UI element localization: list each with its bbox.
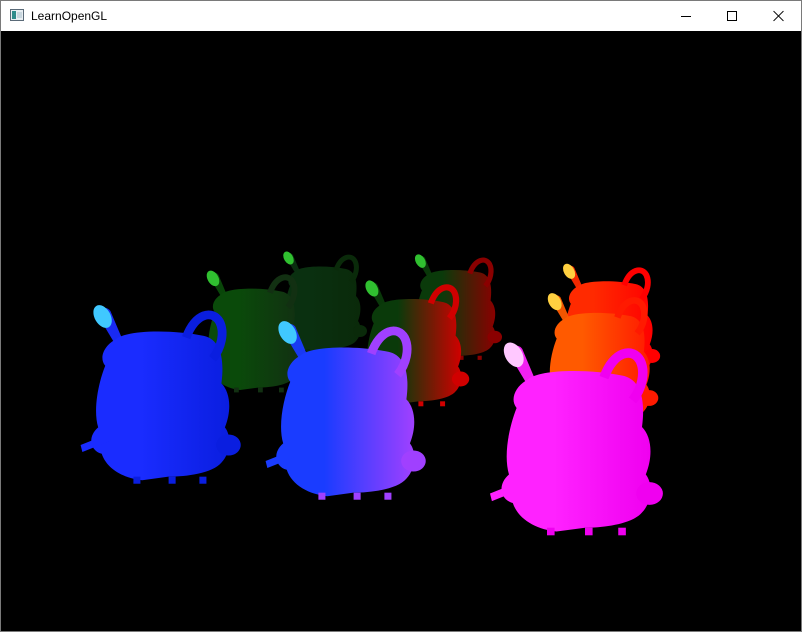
maximize-button[interactable] bbox=[709, 1, 755, 31]
title-bar[interactable]: LearnOpenGL bbox=[1, 1, 801, 31]
app-window-icon bbox=[10, 9, 24, 21]
scene-canvas bbox=[80, 251, 663, 536]
close-icon bbox=[772, 10, 784, 22]
window-title: LearnOpenGL bbox=[31, 9, 108, 23]
minimize-button[interactable] bbox=[663, 1, 709, 31]
maximize-icon bbox=[727, 11, 737, 21]
render-viewport[interactable] bbox=[1, 31, 801, 631]
minimize-icon bbox=[681, 15, 691, 17]
close-button[interactable] bbox=[755, 1, 801, 31]
app-window: LearnOpenGL bbox=[0, 0, 802, 632]
